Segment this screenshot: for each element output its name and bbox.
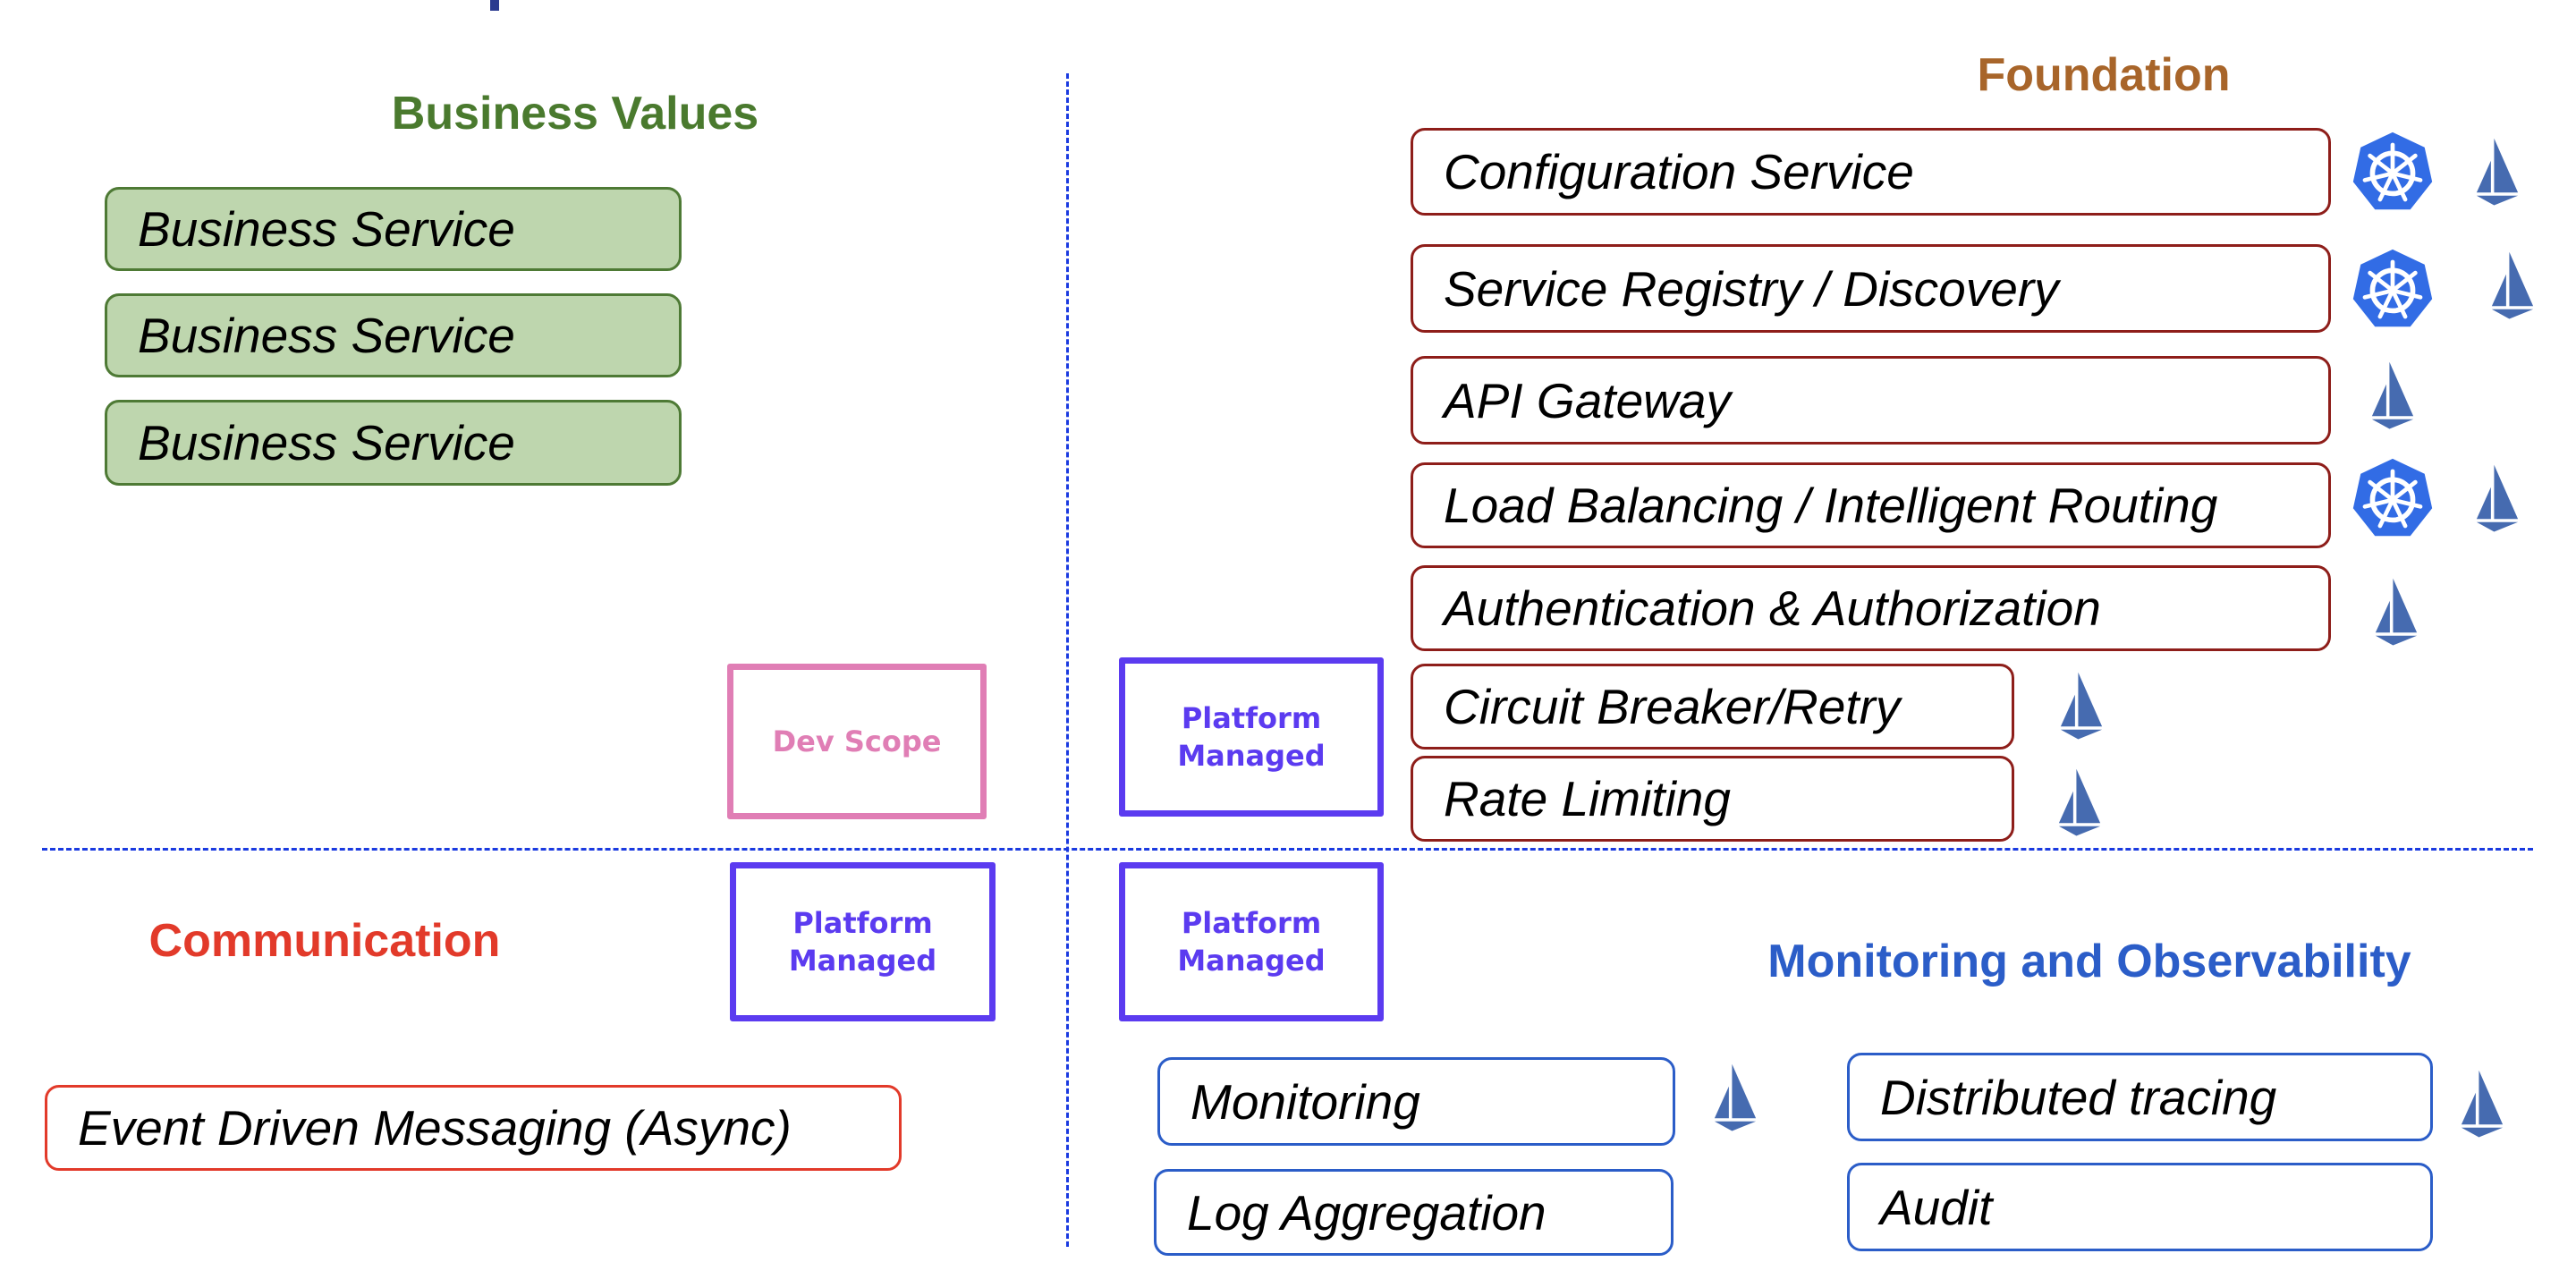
platform-managed-label: Platform Managed xyxy=(1177,701,1326,773)
istio-icon xyxy=(2057,671,2106,742)
platform-managed-label: Platform Managed xyxy=(1177,906,1326,978)
kubernetes-icon xyxy=(2351,456,2435,540)
vertical-divider xyxy=(1066,73,1069,1247)
istio-icon xyxy=(2473,137,2521,208)
horizontal-divider xyxy=(42,848,2533,851)
title-fragment xyxy=(490,0,499,11)
platform-managed-label: Platform Managed xyxy=(788,906,937,978)
business-service-box: Business Service xyxy=(105,400,682,486)
business-service-box: Business Service xyxy=(105,187,682,271)
istio-icon xyxy=(1711,1063,1759,1134)
monitoring-box: Monitoring xyxy=(1157,1057,1675,1146)
business-service-box: Business Service xyxy=(105,293,682,377)
configuration-service-box: Configuration Service xyxy=(1411,128,2331,216)
rate-limiting-box: Rate Limiting xyxy=(1411,756,2014,842)
dev-scope-label: Dev Scope xyxy=(772,724,942,758)
kubernetes-icon xyxy=(2351,247,2435,331)
monitoring-heading: Monitoring and Observability xyxy=(1767,936,2411,987)
istio-icon xyxy=(2473,463,2521,535)
communication-heading: Communication xyxy=(148,915,501,967)
istio-icon xyxy=(2368,360,2417,432)
istio-icon xyxy=(2372,577,2420,648)
istio-icon xyxy=(2458,1069,2506,1140)
foundation-heading: Foundation xyxy=(1977,49,2231,101)
platform-managed-tag-communication: Platform Managed xyxy=(730,862,996,1021)
load-balancing-box: Load Balancing / Intelligent Routing xyxy=(1411,462,2331,548)
business-values-heading: Business Values xyxy=(391,88,759,140)
log-aggregation-box: Log Aggregation xyxy=(1154,1169,1674,1256)
circuit-breaker-box: Circuit Breaker/Retry xyxy=(1411,664,2014,750)
audit-box: Audit xyxy=(1847,1163,2433,1251)
platform-managed-tag-monitoring: Platform Managed xyxy=(1119,862,1384,1021)
dev-scope-tag: Dev Scope xyxy=(727,664,987,819)
istio-icon xyxy=(2488,250,2537,322)
event-driven-messaging-box: Event Driven Messaging (Async) xyxy=(45,1085,902,1171)
auth-box: Authentication & Authorization xyxy=(1411,565,2331,651)
kubernetes-icon xyxy=(2351,130,2435,214)
platform-managed-tag-foundation: Platform Managed xyxy=(1119,657,1384,817)
api-gateway-box: API Gateway xyxy=(1411,356,2331,445)
service-registry-box: Service Registry / Discovery xyxy=(1411,244,2331,333)
distributed-tracing-box: Distributed tracing xyxy=(1847,1053,2433,1141)
istio-icon xyxy=(2055,767,2104,839)
